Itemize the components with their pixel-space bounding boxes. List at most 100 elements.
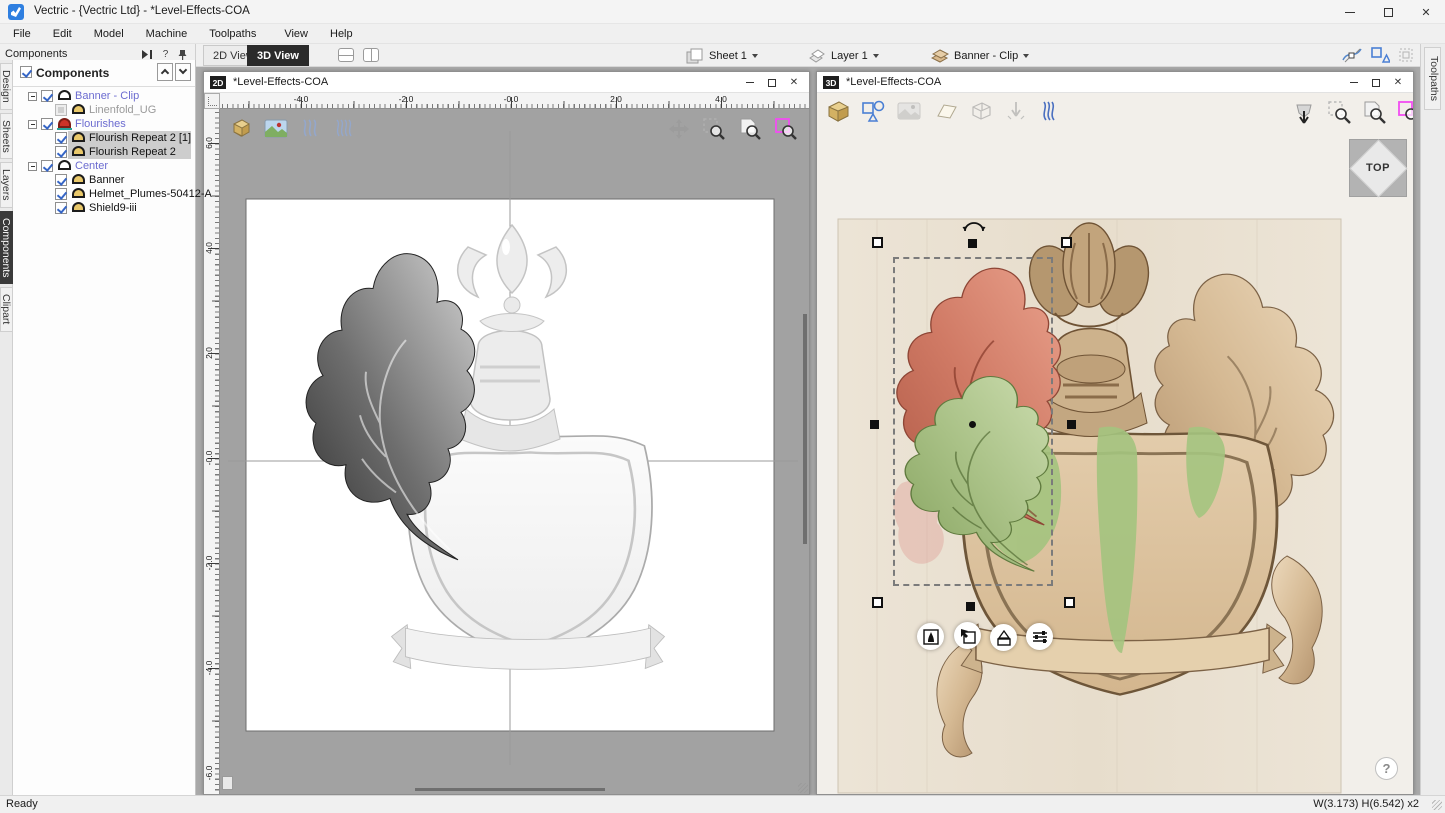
move-component-button[interactable] xyxy=(954,622,981,649)
tab-design[interactable]: Design xyxy=(0,63,13,110)
ruler-origin-button[interactable] xyxy=(204,93,220,109)
zoom-box-icon[interactable] xyxy=(774,117,798,141)
toolpath-dense-icon[interactable] xyxy=(334,118,356,138)
view-down-icon[interactable] xyxy=(1291,99,1317,125)
tab-layers[interactable]: Layers xyxy=(0,162,13,208)
properties-sliders-button[interactable] xyxy=(1026,623,1053,650)
shape-select-icon[interactable] xyxy=(1370,46,1390,64)
modeling-plane-icon[interactable] xyxy=(932,100,958,122)
bitmap-icon[interactable] xyxy=(264,119,288,138)
zoom-selection-icon[interactable] xyxy=(1326,99,1352,125)
checkbox[interactable] xyxy=(55,202,67,214)
zoom-fit-icon[interactable] xyxy=(1361,99,1387,125)
menu-view[interactable]: View xyxy=(273,26,319,42)
toolpath-preview-icon[interactable] xyxy=(300,118,322,138)
selection-handle-bottom-right[interactable] xyxy=(1064,597,1075,608)
tree-item-label[interactable]: Flourishes xyxy=(75,118,126,130)
zoom-box-icon[interactable] xyxy=(1396,99,1413,125)
menu-help[interactable]: Help xyxy=(319,26,364,42)
tree-item-level[interactable]: Center xyxy=(13,159,195,173)
vertical-scrollbar[interactable] xyxy=(803,314,807,544)
minimize-button[interactable] xyxy=(1331,0,1369,24)
components-root-checkbox[interactable] xyxy=(20,66,32,78)
tree-item-label[interactable]: Flourish Repeat 2 xyxy=(89,146,176,158)
close-button[interactable]: ✕ xyxy=(1407,0,1445,24)
grid-snap-icon[interactable] xyxy=(1396,46,1416,64)
checkbox[interactable] xyxy=(55,146,67,158)
level-dropdown[interactable]: Banner - Clip xyxy=(930,46,1030,65)
tree-item-level[interactable]: Flourishes xyxy=(13,117,195,131)
tree-item-label[interactable]: Linenfold_UG xyxy=(89,104,156,116)
checkbox[interactable] xyxy=(55,132,67,144)
split-vertical-icon[interactable] xyxy=(361,46,381,64)
tab-components[interactable]: Components xyxy=(0,210,13,285)
tree-item-label[interactable]: Center xyxy=(75,160,108,172)
menu-edit[interactable]: Edit xyxy=(42,26,83,42)
maximize-button[interactable] xyxy=(761,72,783,93)
horizontal-scrollbar[interactable] xyxy=(415,788,605,791)
tree-item-component[interactable]: Banner xyxy=(13,173,195,187)
minimize-button[interactable] xyxy=(739,72,761,93)
resize-grip[interactable] xyxy=(1432,800,1442,810)
close-button[interactable]: ✕ xyxy=(1387,72,1409,93)
sheet-dropdown[interactable]: Sheet 1 xyxy=(686,46,758,65)
selection-handle-bottom-left[interactable] xyxy=(872,597,883,608)
tree-item-component[interactable]: Shield9-iii xyxy=(13,201,195,215)
draw-vectors-icon[interactable] xyxy=(861,99,887,123)
menu-model[interactable]: Model xyxy=(83,26,135,42)
node-edit-icon[interactable] xyxy=(1342,46,1362,64)
selection-center-point[interactable] xyxy=(969,421,976,428)
drill-down-icon[interactable] xyxy=(1004,100,1028,122)
checkbox[interactable] xyxy=(55,104,67,116)
layer-dropdown[interactable]: Layer 1 xyxy=(808,46,879,65)
fade-relief-button[interactable] xyxy=(990,624,1017,651)
pan-icon[interactable] xyxy=(668,118,690,140)
tab-clipart[interactable]: Clipart xyxy=(0,287,13,332)
selection-handle-top-right[interactable] xyxy=(1061,237,1072,248)
checkbox[interactable] xyxy=(55,188,67,200)
selection-handle-top-center[interactable] xyxy=(968,239,977,248)
zoom-fit-icon[interactable] xyxy=(738,117,762,141)
minimize-button[interactable] xyxy=(1343,72,1365,93)
zoom-selection-icon[interactable] xyxy=(702,117,726,141)
tree-item-label[interactable]: Banner - Clip xyxy=(75,90,139,102)
move-down-button[interactable] xyxy=(175,63,191,81)
collapse-icon[interactable] xyxy=(28,119,37,129)
close-button[interactable]: ✕ xyxy=(783,72,805,93)
tree-item-label[interactable]: Flourish Repeat 2 [1] xyxy=(89,132,191,144)
selection-handle-bottom-center[interactable] xyxy=(966,602,975,611)
rotate-handle-icon[interactable] xyxy=(961,219,987,234)
menu-toolpaths[interactable]: Toolpaths xyxy=(198,26,267,42)
tab-3d-view[interactable]: 3D View xyxy=(247,45,309,66)
collapse-icon[interactable] xyxy=(28,161,37,171)
tree-item-component[interactable]: Helmet_Plumes-50412-A xyxy=(13,187,212,201)
menu-machine[interactable]: Machine xyxy=(135,26,199,42)
maximize-button[interactable] xyxy=(1365,72,1387,93)
material-block-icon[interactable] xyxy=(230,117,252,139)
tab-sheets[interactable]: Sheets xyxy=(0,112,13,160)
view-cube[interactable]: TOP xyxy=(1349,139,1408,198)
maximize-button[interactable] xyxy=(1369,0,1407,24)
menu-file[interactable]: File xyxy=(2,26,42,42)
tree-item-level[interactable]: Banner - Clip xyxy=(13,89,195,103)
selection-handle-mid-left[interactable] xyxy=(870,420,879,429)
wireframe-cube-icon[interactable] xyxy=(968,99,994,123)
set-shape-height-button[interactable] xyxy=(917,623,944,650)
checkbox[interactable] xyxy=(41,118,53,130)
checkbox[interactable] xyxy=(41,90,53,102)
tree-item-label[interactable]: Banner xyxy=(89,174,124,186)
selection-handle-mid-right[interactable] xyxy=(1067,420,1076,429)
collapse-icon[interactable] xyxy=(28,91,37,101)
move-up-button[interactable] xyxy=(157,63,173,81)
checkbox[interactable] xyxy=(55,174,67,186)
selection-handle-top-left[interactable] xyxy=(872,237,883,248)
tab-toolpaths[interactable]: Toolpaths xyxy=(1424,47,1441,110)
material-block-icon[interactable] xyxy=(825,99,851,123)
help-button[interactable]: ? xyxy=(1375,757,1398,780)
tree-item-component[interactable]: Flourish Repeat 2 xyxy=(13,145,195,159)
tree-item-label[interactable]: Helmet_Plumes-50412-A xyxy=(89,188,212,200)
checkbox[interactable] xyxy=(41,160,53,172)
toolpaths-3d-icon[interactable] xyxy=(1038,100,1062,122)
bitmap-icon-disabled[interactable] xyxy=(897,101,922,121)
tree-item-component[interactable]: Linenfold_UG xyxy=(13,103,195,117)
